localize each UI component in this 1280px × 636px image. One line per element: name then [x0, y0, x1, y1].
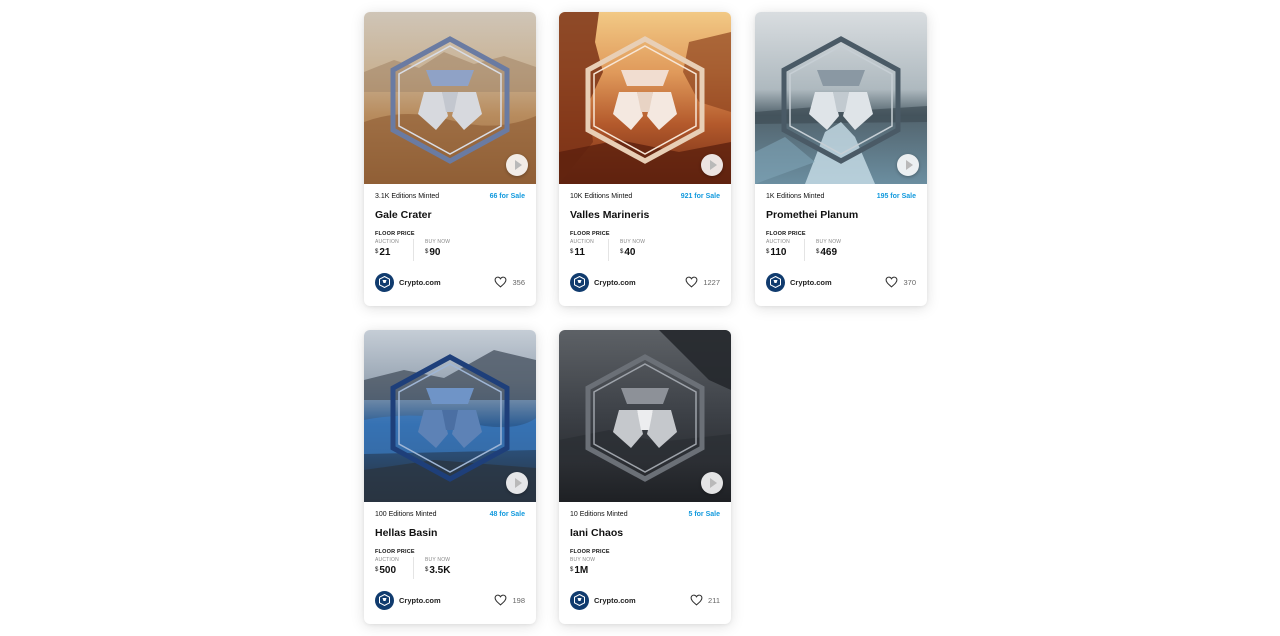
auction-price: 21: [379, 247, 391, 258]
cro-hexagon-logo-icon: [585, 354, 705, 482]
for-sale-count[interactable]: 48 for Sale: [490, 511, 525, 520]
buy-now-label: BUY NOW: [425, 239, 451, 245]
heart-icon[interactable]: [690, 594, 703, 606]
buy-now-label: BUY NOW: [816, 239, 842, 245]
heart-icon[interactable]: [494, 594, 507, 606]
nft-card[interactable]: 10K Editions Minted 921 for Sale Valles …: [559, 12, 731, 306]
floor-price-label: FLOOR PRICE: [375, 231, 415, 237]
editions-minted: 3.1K Editions Minted: [375, 193, 440, 200]
nft-title[interactable]: Gale Crater: [375, 209, 525, 223]
nft-title[interactable]: Iani Chaos: [570, 527, 720, 541]
nft-card[interactable]: 1K Editions Minted 195 for Sale Promethe…: [755, 12, 927, 306]
buy-now-price: 90: [429, 247, 441, 258]
nft-title[interactable]: Hellas Basin: [375, 527, 525, 541]
likes-count: 370: [903, 277, 916, 287]
cro-hexagon-logo-icon: [585, 36, 705, 164]
buy-now-price: 1M: [574, 565, 589, 576]
cro-logo-icon: [574, 276, 585, 288]
nft-media[interactable]: [559, 12, 731, 184]
currency-symbol: $: [425, 567, 429, 573]
for-sale-count[interactable]: 921 for Sale: [681, 193, 720, 202]
buy-now-label: BUY NOW: [425, 557, 451, 563]
cro-logo-icon: [379, 276, 390, 288]
currency-symbol: $: [766, 249, 770, 255]
nft-media[interactable]: [364, 12, 536, 184]
currency-symbol: $: [425, 249, 429, 255]
creator-name[interactable]: Crypto.com: [594, 278, 636, 287]
auction-price: 110: [770, 247, 787, 258]
nft-media[interactable]: [755, 12, 927, 184]
editions-minted: 1K Editions Minted: [766, 193, 825, 200]
nft-media[interactable]: [364, 330, 536, 502]
cro-hexagon-logo-icon: [390, 36, 510, 164]
for-sale-count[interactable]: 5 for Sale: [688, 511, 720, 520]
cro-logo-icon: [379, 594, 390, 606]
heart-icon[interactable]: [494, 276, 507, 288]
likes-count: 1227: [703, 277, 720, 287]
auction-label: AUCTION: [766, 239, 790, 245]
floor-price-label: FLOOR PRICE: [375, 549, 415, 555]
cro-hexagon-logo-icon: [390, 354, 510, 482]
creator-name[interactable]: Crypto.com: [790, 278, 832, 287]
editions-minted: 100 Editions Minted: [375, 511, 437, 518]
play-button[interactable]: [897, 154, 919, 176]
auction-price: 11: [574, 247, 585, 258]
editions-minted: 10 Editions Minted: [570, 511, 628, 518]
auction-label: AUCTION: [375, 557, 399, 563]
nft-media[interactable]: [559, 330, 731, 502]
auction-label: AUCTION: [375, 239, 399, 245]
nft-grid: 3.1K Editions Minted 66 for Sale Gale Cr…: [0, 0, 1280, 636]
creator-avatar[interactable]: [570, 272, 589, 292]
likes-count: 198: [512, 595, 525, 605]
nft-title[interactable]: Promethei Planum: [766, 209, 916, 223]
for-sale-count[interactable]: 195 for Sale: [877, 193, 916, 202]
creator-avatar[interactable]: [570, 590, 589, 610]
currency-symbol: $: [375, 249, 379, 255]
creator-avatar[interactable]: [375, 590, 394, 610]
creator-name[interactable]: Crypto.com: [399, 596, 441, 605]
currency-symbol: $: [620, 249, 624, 255]
auction-price: 500: [379, 565, 397, 576]
cro-logo-icon: [574, 594, 585, 606]
nft-card[interactable]: 100 Editions Minted 48 for Sale Hellas B…: [364, 330, 536, 624]
floor-price-label: FLOOR PRICE: [766, 231, 806, 237]
play-button[interactable]: [701, 472, 723, 494]
heart-icon[interactable]: [885, 276, 898, 288]
currency-symbol: $: [570, 567, 574, 573]
buy-now-price: 469: [820, 247, 838, 258]
currency-symbol: $: [570, 249, 574, 255]
buy-now-price: 40: [624, 247, 636, 258]
for-sale-count[interactable]: 66 for Sale: [490, 193, 525, 202]
cro-hexagon-logo-icon: [781, 36, 901, 164]
creator-avatar[interactable]: [375, 272, 394, 292]
editions-minted: 10K Editions Minted: [570, 193, 633, 200]
floor-price-label: FLOOR PRICE: [570, 549, 610, 555]
buy-now-price: 3.5K: [429, 565, 451, 576]
buy-now-label: BUY NOW: [570, 557, 596, 563]
likes-count: 356: [512, 277, 525, 287]
creator-name[interactable]: Crypto.com: [594, 596, 636, 605]
buy-now-label: BUY NOW: [620, 239, 646, 245]
cro-logo-icon: [770, 276, 781, 288]
creator-name[interactable]: Crypto.com: [399, 278, 441, 287]
nft-card[interactable]: 10 Editions Minted 5 for Sale Iani Chaos…: [559, 330, 731, 624]
currency-symbol: $: [816, 249, 820, 255]
auction-label: AUCTION: [570, 239, 594, 245]
nft-card[interactable]: 3.1K Editions Minted 66 for Sale Gale Cr…: [364, 12, 536, 306]
currency-symbol: $: [375, 567, 379, 573]
floor-price-label: FLOOR PRICE: [570, 231, 610, 237]
creator-avatar[interactable]: [766, 272, 785, 292]
play-button[interactable]: [506, 472, 528, 494]
likes-count: 211: [708, 595, 720, 605]
play-button[interactable]: [701, 154, 723, 176]
nft-title[interactable]: Valles Marineris: [570, 209, 720, 223]
heart-icon[interactable]: [685, 276, 698, 288]
play-button[interactable]: [506, 154, 528, 176]
